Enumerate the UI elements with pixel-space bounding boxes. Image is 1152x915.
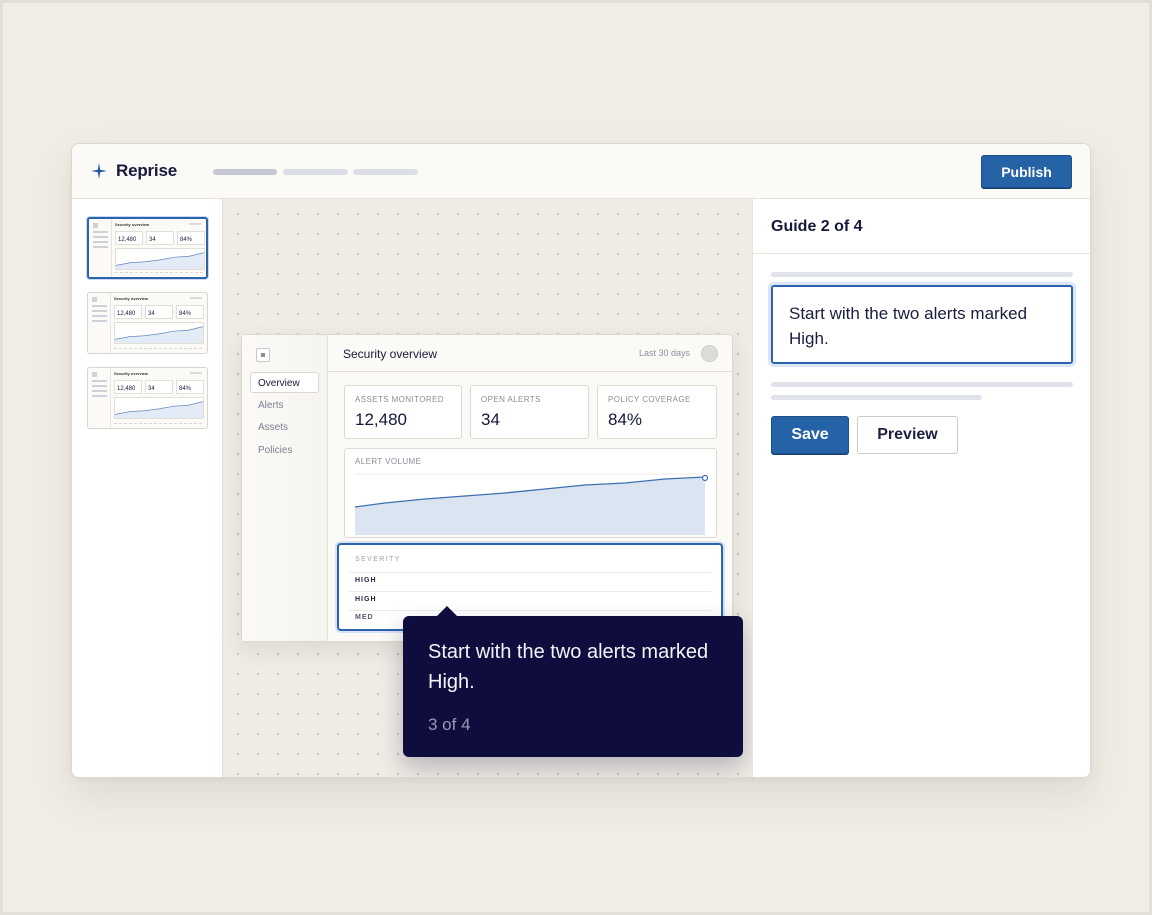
alert-volume-sparkline [354,473,709,535]
app-screenshot-preview: Overview Alerts Assets Policies Security… [241,334,743,757]
severity-row: HIGH [355,596,377,603]
severity-row: HIGH [355,577,377,584]
top-bar: Reprise Publish [72,144,1090,199]
thumbnail-title: Security overview [115,222,150,227]
guide-editor-panel: Guide 2 of 4 Start with the two alerts m… [752,199,1090,777]
kpi-label: ASSETS MONITORED [355,395,444,404]
sparkle-logo-icon [91,163,107,179]
kpi-card: POLICY COVERAGE 84% [597,385,717,439]
kpi-card: OPEN ALERTS 34 [470,385,589,439]
thumbnail-kpi: 84% [176,305,204,319]
kpi-value: 34 [481,410,500,429]
preview-avatar [701,345,718,362]
thumbnail-kpi: 84% [176,380,204,394]
guide-canvas: Overview Alerts Assets Policies Security… [223,199,752,777]
preview-nav-overview: Overview [250,372,319,393]
editor-window: Reprise Publish Security overview 12,480… [71,143,1091,778]
thumbnail-kpi: 34 [146,231,174,245]
alert-volume-chart: ALERT VOLUME [344,448,717,538]
preview-button[interactable]: Preview [857,416,958,454]
placeholder-line [771,382,1073,387]
kpi-value: 84% [608,410,643,429]
publish-button[interactable]: Publish [981,155,1072,188]
slide-thumbnails: Security overview 12,480 34 84% Security… [72,199,223,777]
preview-nav-policies: Policies [258,445,293,456]
preview-nav-assets: Assets [258,422,289,433]
preview-sidebar: Overview Alerts Assets Policies [242,335,328,641]
guide-tooltip[interactable]: Start with the two alerts marked High. 3… [403,606,743,757]
tooltip-text: Start with the two alerts marked High. [428,641,709,693]
tooltip-step-counter: 3 of 4 [428,715,471,734]
kpi-label: POLICY COVERAGE [608,395,691,404]
placeholder-line [771,395,982,400]
thumbnail-kpi: 84% [177,231,205,245]
thumbnail-kpi: 34 [145,305,173,319]
progress-segment [283,169,348,175]
progress-segment [353,169,418,175]
severity-header: SEVERITY [355,556,401,563]
severity-row: MED [355,614,374,621]
thumbnail-kpi: 12,480 [114,380,142,394]
thumbnail-kpi: 12,480 [114,305,142,319]
thumbnail-1[interactable]: Security overview 12,480 34 84% [87,217,208,279]
preview-date-range: Last 30 days [638,348,690,358]
thumbnail-title: Security overview [114,296,149,301]
app-name: Reprise [116,161,177,180]
placeholder-line [771,272,1073,277]
thumbnail-kpi: 12,480 [115,231,143,245]
guide-step-title: Guide 2 of 4 [771,218,863,235]
preview-logo-icon [256,348,270,362]
progress-segment [213,169,277,175]
preview-nav-alerts: Alerts [258,400,284,411]
kpi-card: ASSETS MONITORED 12,480 [344,385,462,439]
thumbnail-kpi: 34 [145,380,173,394]
panel-header: Guide 2 of 4 [753,199,1090,254]
brand: Reprise [90,161,177,181]
preview-header: Security overview Last 30 days [328,335,732,372]
thumbnail-2[interactable]: Security overview 12,480 34 84% [87,292,208,354]
kpi-value: 12,480 [355,410,407,429]
thumbnail-title: Security overview [114,371,149,376]
tooltip-text-editor[interactable]: Start with the two alerts marked High. [771,285,1073,364]
save-button[interactable]: Save [771,416,849,454]
thumbnail-3[interactable]: Security overview 12,480 34 84% [87,367,208,429]
kpi-label: OPEN ALERTS [481,395,541,404]
preview-title: Security overview [343,347,438,361]
